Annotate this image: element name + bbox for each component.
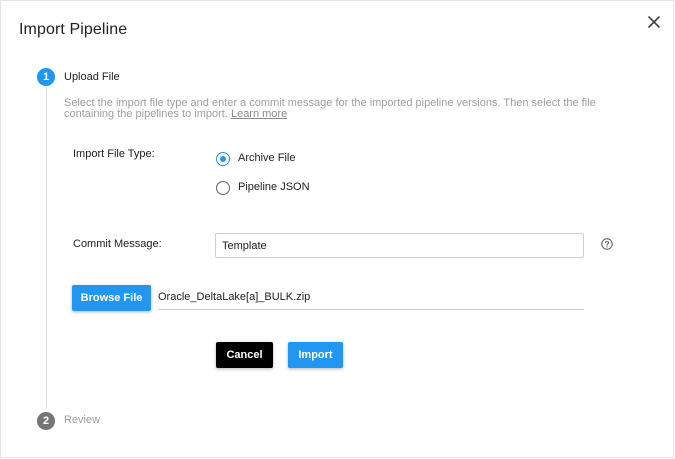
browse-file-button[interactable]: Browse File: [72, 285, 151, 311]
description-text: Select the import file type and enter a …: [64, 97, 596, 120]
pipeline-json-label[interactable]: Pipeline JSON: [238, 181, 310, 193]
stepper-line: [46, 87, 47, 409]
dialog-title: Import Pipeline: [19, 21, 128, 38]
pipeline-json-radio[interactable]: [216, 181, 230, 195]
cancel-button[interactable]: Cancel: [216, 342, 273, 368]
step-2-indicator: 2: [37, 412, 55, 430]
commit-message-input[interactable]: [215, 233, 584, 258]
help-circle-icon[interactable]: [601, 237, 613, 250]
step-1-label: Upload File: [64, 71, 120, 83]
selected-file-name: Oracle_DeltaLake[a]_BULK.zip: [158, 288, 584, 310]
learn-more-link[interactable]: Learn more: [231, 108, 287, 120]
commit-message-label: Commit Message:: [73, 238, 162, 250]
import-button[interactable]: Import: [288, 342, 343, 368]
step-1-indicator: 1: [37, 68, 55, 86]
close-icon[interactable]: [644, 12, 664, 32]
archive-file-radio[interactable]: [216, 152, 230, 166]
upload-description: Select the import file type and enter a …: [64, 98, 634, 120]
import-pipeline-dialog: Import Pipeline 1 Upload File Select the…: [0, 0, 674, 458]
archive-file-label[interactable]: Archive File: [238, 152, 295, 164]
import-file-type-label: Import File Type:: [73, 148, 155, 160]
step-2-label: Review: [64, 414, 101, 426]
